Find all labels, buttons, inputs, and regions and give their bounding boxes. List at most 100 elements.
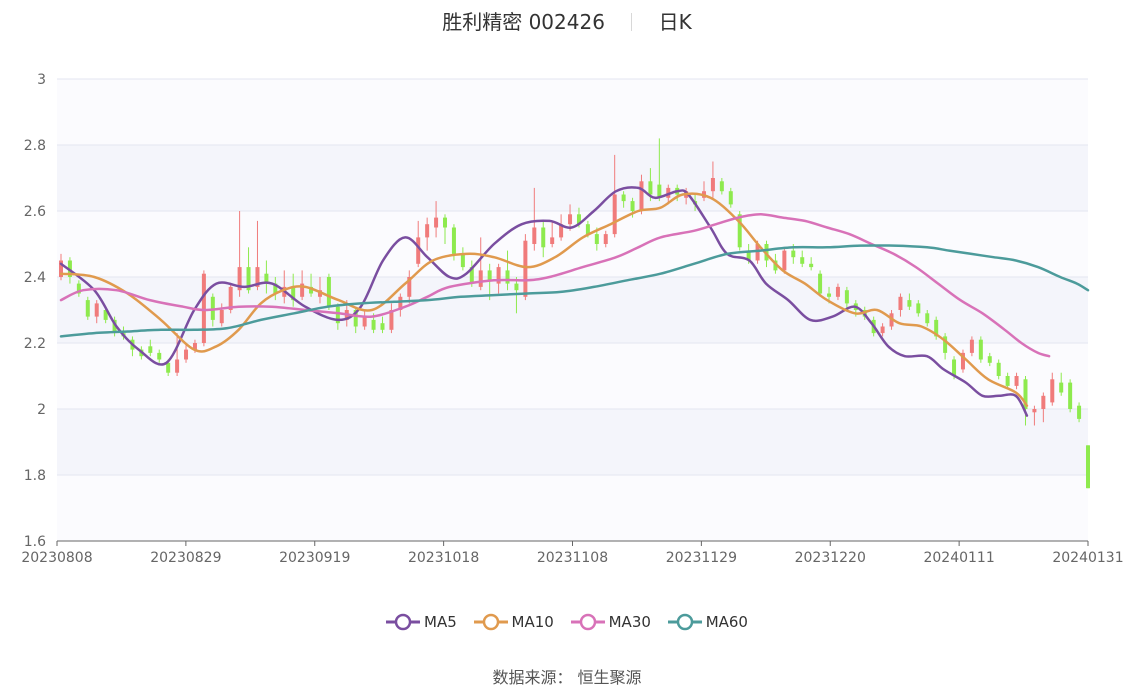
y-tick-label: 1.8	[24, 468, 46, 484]
candle-body[interactable]	[460, 253, 465, 268]
kline-chart[interactable]: 32.82.62.42.221.81.6 20230808 20230829 202…	[0, 0, 1134, 600]
candle-body[interactable]	[175, 359, 180, 373]
candle-body[interactable]	[969, 339, 974, 353]
data-source: 数据来源： 恒生聚源	[0, 664, 1134, 688]
candle-body[interactable]	[880, 326, 885, 334]
candle-body[interactable]	[568, 214, 573, 225]
legend-item-ma30[interactable]: MA30	[570, 612, 651, 632]
candle-body[interactable]	[1077, 405, 1082, 419]
candle-body[interactable]	[710, 178, 715, 192]
candle-body[interactable]	[987, 356, 992, 363]
candle-body[interactable]	[818, 273, 823, 294]
candle-body[interactable]	[371, 319, 376, 330]
legend-label-ma5: MA5	[424, 613, 457, 631]
candle-body[interactable]	[326, 277, 331, 307]
candle-body[interactable]	[621, 194, 626, 202]
candle-body[interactable]	[916, 303, 921, 314]
legend-symbol-ma30	[570, 613, 605, 631]
candle-body[interactable]	[925, 313, 930, 324]
legend-label-ma10: MA10	[511, 613, 554, 631]
candle-body[interactable]	[478, 270, 483, 287]
candle-body[interactable]	[1032, 409, 1037, 413]
x-tick-label: 20231108	[537, 550, 608, 566]
y-tick-label: 2.2	[24, 336, 46, 352]
candle-body[interactable]	[201, 273, 206, 343]
x-tick-label: 20231018	[408, 550, 479, 566]
candle-body[interactable]	[1050, 379, 1055, 403]
legend-item-ma5[interactable]: MA5	[386, 612, 457, 632]
x-tick-label: 20230829	[150, 550, 221, 566]
candle-body[interactable]	[603, 234, 608, 244]
candle-body[interactable]	[1059, 382, 1064, 393]
legend-symbol-ma60	[667, 613, 702, 631]
candle-body[interactable]	[978, 339, 983, 360]
candle-body[interactable]	[827, 293, 832, 297]
candle-body[interactable]	[809, 263, 814, 268]
candle-body[interactable]	[835, 286, 840, 297]
legend-item-ma10[interactable]: MA10	[473, 612, 554, 632]
candle-body[interactable]	[380, 323, 385, 330]
candle-body[interactable]	[148, 346, 153, 353]
candle-body[interactable]	[594, 234, 599, 244]
y-tick-label: 1.6	[24, 534, 46, 550]
candle-body[interactable]	[85, 300, 90, 317]
candle-body[interactable]	[898, 296, 903, 310]
y-tick-label: 2.8	[24, 138, 46, 154]
legend-symbol-ma5	[386, 613, 420, 631]
legend-label-ma30: MA30	[608, 613, 651, 631]
y-tick-label: 3	[37, 72, 46, 88]
legend-symbol-ma10	[473, 613, 508, 631]
candle-body[interactable]	[550, 237, 555, 244]
y-tick-label: 2	[37, 402, 46, 418]
candle-body[interactable]	[1014, 376, 1019, 386]
candle-body[interactable]	[434, 217, 439, 228]
candle-body[interactable]	[94, 303, 99, 317]
legend-item-ma60[interactable]: MA60	[667, 612, 748, 632]
candle-body[interactable]	[719, 181, 724, 192]
candle-body[interactable]	[630, 201, 635, 211]
candle-body[interactable]	[1041, 395, 1046, 409]
candle-body[interactable]	[541, 227, 546, 248]
candle-body[interactable]	[1068, 382, 1073, 409]
candle-body[interactable]	[523, 240, 528, 297]
candle-body[interactable]	[907, 300, 912, 307]
candle-body[interactable]	[362, 316, 367, 327]
candle-body[interactable]	[166, 362, 171, 373]
candle-body[interactable]	[219, 310, 224, 324]
grid-band	[57, 79, 1088, 145]
candle-body[interactable]	[416, 237, 421, 264]
candle-body[interactable]	[505, 270, 510, 284]
x-tick-label: 20240111	[923, 550, 994, 566]
x-tick-label: 20231129	[666, 550, 737, 566]
x-tick-label: 20230919	[279, 550, 350, 566]
candle-body[interactable]	[514, 283, 519, 291]
candle-body[interactable]	[443, 217, 448, 228]
candle-body[interactable]	[791, 250, 796, 258]
candle-body[interactable]	[639, 181, 644, 211]
candle-body[interactable]	[184, 349, 189, 360]
candle-body[interactable]	[728, 191, 733, 205]
y-tick-label: 2.4	[24, 270, 46, 286]
grid-band	[57, 343, 1088, 409]
candle-body[interactable]	[451, 227, 456, 254]
candle-body[interactable]	[612, 194, 617, 235]
candle-body[interactable]	[782, 250, 787, 271]
candle-body[interactable]	[800, 257, 805, 264]
candle-body[interactable]	[996, 362, 1001, 376]
candle-body[interactable]	[157, 352, 162, 360]
candle-body[interactable]	[1086, 445, 1090, 489]
grid-band	[57, 475, 1088, 541]
candle-body[interactable]	[648, 181, 653, 195]
candle-body[interactable]	[425, 224, 430, 238]
grid-band	[57, 409, 1088, 475]
y-tick-label: 2.6	[24, 204, 46, 220]
legend-label-ma60: MA60	[705, 613, 748, 631]
candle-body[interactable]	[532, 227, 537, 245]
x-axis: 20230808 20230829 20230919 20231018 20231108…	[21, 540, 1124, 566]
candle-body[interactable]	[487, 270, 492, 281]
candle-body[interactable]	[844, 290, 849, 304]
legend: MA5 MA10 MA30 MA60	[0, 612, 1134, 636]
source-value: 恒生聚源	[577, 668, 642, 687]
grid-band	[57, 145, 1088, 211]
candle-body[interactable]	[1005, 376, 1010, 386]
